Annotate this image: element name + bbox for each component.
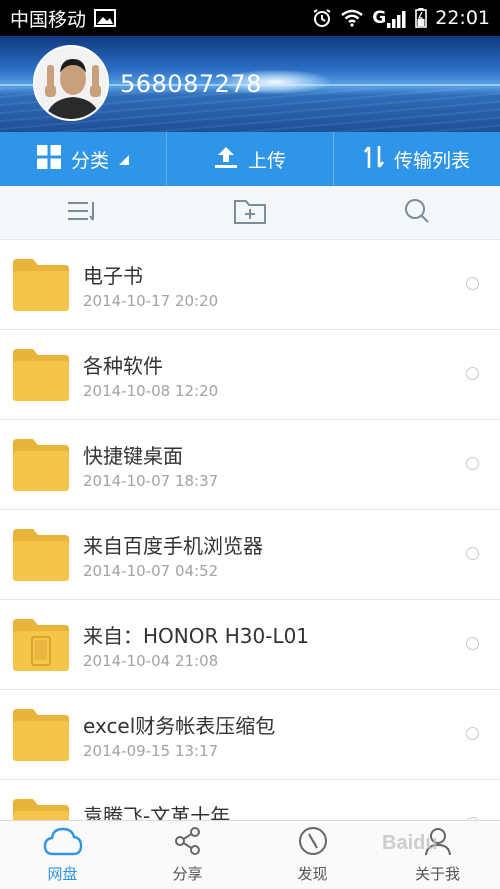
nav-discover[interactable]: 发现 [250, 821, 375, 889]
select-radio[interactable] [466, 277, 479, 290]
file-name: 袁腾飞-文革十年 [83, 804, 231, 820]
file-date: 2014-10-17 20:20 [83, 292, 219, 310]
folder-icon [13, 529, 69, 585]
battery-icon [415, 8, 428, 28]
file-row[interactable]: 电子书 2014-10-17 20:20 [0, 240, 500, 330]
compass-icon [298, 826, 328, 860]
file-name: 来自百度手机浏览器 [83, 534, 263, 558]
clock: 22:01 [435, 7, 490, 29]
file-name: 快捷键桌面 [83, 444, 183, 468]
new-folder-button[interactable] [167, 186, 334, 239]
folder-icon [13, 439, 69, 495]
nav-share[interactable]: 分享 [125, 821, 250, 889]
new-folder-icon [233, 197, 267, 229]
baidu-watermark: Baidu [382, 832, 438, 854]
image-notification-icon [94, 9, 117, 27]
profile-header: 568087278 [0, 36, 500, 132]
select-radio[interactable] [466, 637, 479, 650]
folder-icon [13, 259, 69, 315]
grid-icon [36, 144, 61, 174]
sort-button[interactable] [0, 186, 167, 239]
signal-icon: G [372, 8, 407, 28]
upload-button[interactable]: 上传 [167, 132, 334, 186]
file-row[interactable]: 来自百度手机浏览器 2014-10-07 04:52 [0, 510, 500, 600]
alarm-icon [312, 8, 332, 28]
category-label: 分类 [70, 149, 109, 172]
wifi-icon [340, 9, 364, 27]
cloud-icon [43, 826, 83, 860]
folder-icon [13, 799, 69, 820]
share-icon [173, 826, 203, 860]
file-row[interactable]: 各种软件 2014-10-08 12:20 [0, 330, 500, 420]
upload-label: 上传 [247, 149, 286, 172]
transfer-list-button[interactable]: 传输列表 [334, 132, 500, 186]
file-name: excel财务帐表压缩包 [83, 714, 276, 738]
search-icon [404, 198, 430, 228]
select-radio[interactable] [466, 367, 479, 380]
device-folder-icon [13, 619, 69, 675]
file-name: 各种软件 [83, 354, 163, 378]
action-bar: 分类 上传 传输列表 [0, 132, 500, 186]
avatar[interactable] [33, 45, 109, 121]
dropdown-triangle-icon [119, 148, 129, 170]
file-row[interactable]: 袁腾飞-文革十年 [0, 780, 500, 820]
select-radio[interactable] [466, 547, 479, 560]
file-name: 电子书 [83, 264, 143, 288]
nav-netdisk-label: 网盘 [47, 865, 78, 883]
file-date: 2014-10-04 21:08 [83, 652, 219, 670]
file-row[interactable]: excel财务帐表压缩包 2014-09-15 13:17 [0, 690, 500, 780]
file-date: 2014-10-07 18:37 [83, 472, 219, 490]
select-radio[interactable] [466, 457, 479, 470]
file-name: 来自：HONOR H30-L01 [83, 624, 310, 648]
file-row[interactable]: 快捷键桌面 2014-10-07 18:37 [0, 420, 500, 510]
nav-netdisk[interactable]: 网盘 [0, 821, 125, 889]
file-date: 2014-09-15 13:17 [83, 742, 219, 760]
search-button[interactable] [333, 186, 500, 239]
file-list: 电子书 2014-10-17 20:20 各种软件 2014-10-08 12:… [0, 240, 500, 820]
category-button[interactable]: 分类 [0, 132, 167, 186]
file-date: 2014-10-08 12:20 [83, 382, 219, 400]
folder-icon [13, 349, 69, 405]
toolbar [0, 186, 500, 240]
upload-icon [214, 145, 238, 174]
username: 568087278 [120, 70, 262, 98]
select-radio[interactable] [466, 727, 479, 740]
network-type: G [372, 8, 387, 28]
file-row[interactable]: 来自：HONOR H30-L01 2014-10-04 21:08 [0, 600, 500, 690]
file-date: 2014-10-07 04:52 [83, 562, 219, 580]
nav-about-me-label: 关于我 [414, 865, 460, 883]
transfer-list-label: 传输列表 [393, 149, 470, 172]
nav-discover-label: 发现 [297, 865, 328, 883]
nav-share-label: 分享 [172, 865, 203, 883]
carrier-name: 中国移动 [10, 8, 87, 31]
folder-icon [13, 709, 69, 765]
status-bar: 中国移动 G 22:01 [0, 0, 500, 36]
sort-list-icon [68, 200, 98, 226]
transfer-icon [363, 145, 384, 174]
